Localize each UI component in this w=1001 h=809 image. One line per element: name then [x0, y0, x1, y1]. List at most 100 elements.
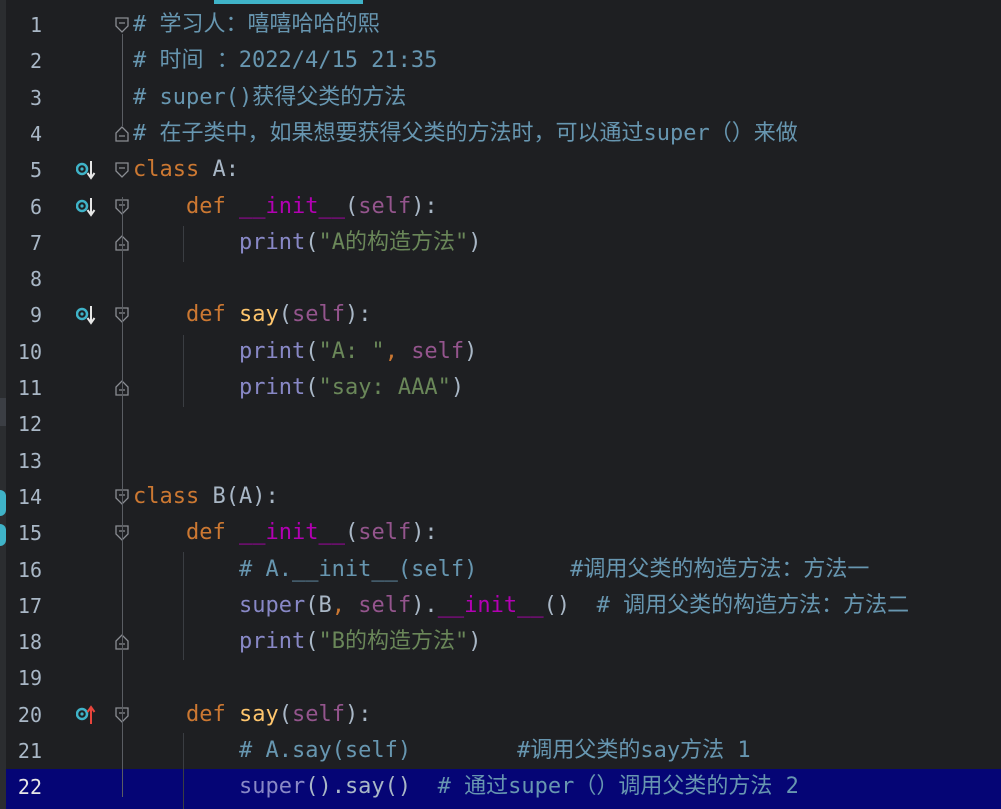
- line-number: 16: [17, 557, 42, 582]
- code-line[interactable]: 5 class A:: [6, 152, 1001, 188]
- code-token: print: [238, 629, 306, 655]
- code-text[interactable]: def say(self):: [133, 697, 371, 733]
- indent-guide: [183, 335, 184, 407]
- code-line[interactable]: 10 print("A: ", self): [6, 334, 1001, 370]
- code-token: ().say(): [305, 774, 438, 800]
- code-token: __init__: [238, 193, 345, 219]
- line-number: 17: [17, 593, 42, 618]
- overridden-down-icon[interactable]: [76, 304, 96, 326]
- code-text[interactable]: super().say() # 通过super（）调用父类的方法 2: [133, 769, 799, 805]
- code-line[interactable]: 13: [6, 443, 1001, 479]
- line-number: 8: [29, 267, 42, 292]
- code-token: ): [468, 629, 482, 655]
- fold-open-icon[interactable]: [114, 161, 130, 179]
- code-token: print: [238, 375, 306, 400]
- code-token: (: [344, 520, 359, 546]
- code-token: ,: [331, 592, 359, 618]
- code-editor[interactable]: 1 # 学习人：嘻嘻哈哈的熙 2 # 时间 ：2022/4/15 21:35 3 # su…: [6, 0, 1001, 809]
- code-token: (: [278, 302, 292, 328]
- code-line[interactable]: 8: [6, 261, 1001, 297]
- code-line[interactable]: 21 # A.say(self) #调用父类的say方法 1: [6, 733, 1001, 769]
- code-token: say: [238, 302, 279, 328]
- indent-guide: [183, 552, 184, 660]
- code-line[interactable]: 15 def __init__(self):: [6, 515, 1001, 551]
- code-line[interactable]: 14 class B(A):: [6, 479, 1001, 515]
- code-token: # 在子类中，如果想要获得父类的方法时，可以通过super（）来做: [133, 120, 798, 146]
- line-number: 11: [17, 376, 42, 400]
- code-token: (: [344, 193, 359, 219]
- code-token: def: [185, 302, 226, 328]
- code-token: # 学习人：嘻嘻哈哈的熙: [133, 12, 380, 37]
- fold-connector: [122, 34, 123, 126]
- code-token: class: [133, 157, 200, 183]
- code-line[interactable]: 2 # 时间 ：2022/4/15 21:35: [6, 43, 1001, 79]
- code-line[interactable]: 9 def say(self):: [6, 297, 1001, 333]
- code-text[interactable]: # 在子类中，如果想要获得父类的方法时，可以通过super（）来做: [133, 116, 798, 152]
- code-token: # 通过super（）调用父类的方法 2: [437, 774, 799, 800]
- code-text[interactable]: print("A: ", self): [133, 334, 477, 370]
- code-text[interactable]: # 学习人：嘻嘻哈哈的熙: [133, 7, 380, 43]
- fold-end-icon[interactable]: [114, 125, 130, 143]
- line-number: 4: [29, 121, 42, 146]
- code-token: say: [238, 701, 279, 727]
- line-number: 10: [17, 339, 42, 364]
- code-text[interactable]: def __init__(self):: [133, 515, 438, 551]
- code-token: self: [291, 302, 345, 328]
- code-line[interactable]: 12: [6, 406, 1001, 442]
- code-text[interactable]: # A.say(self) #调用父类的say方法 1: [133, 733, 751, 769]
- code-text[interactable]: # super()获得父类的方法: [133, 80, 406, 116]
- code-line[interactable]: 4 # 在子类中，如果想要获得父类的方法时，可以通过super（）来做: [6, 116, 1001, 152]
- code-line[interactable]: 17 super(B, self).__init__() # 调用父类的构造方法…: [6, 588, 1001, 624]
- fold-open-icon[interactable]: [114, 16, 130, 34]
- line-number: 18: [17, 630, 42, 655]
- code-line[interactable]: 6 def __init__(self):: [6, 189, 1001, 225]
- code-token: (B: [305, 592, 332, 618]
- code-text[interactable]: class B(A):: [133, 479, 279, 515]
- line-number: 20: [17, 702, 42, 727]
- code-token: self: [358, 193, 412, 219]
- code-token: (: [278, 701, 292, 727]
- code-line[interactable]: 20 def say(self):: [6, 697, 1001, 733]
- overridden-down-icon[interactable]: [76, 196, 96, 218]
- code-text[interactable]: def say(self):: [133, 297, 371, 333]
- code-line[interactable]: 11 print("say: AAA"): [6, 370, 1001, 406]
- code-line[interactable]: 16 # A.__init__(self) #调用父类的构造方法：方法一: [6, 552, 1001, 588]
- code-token: # super()获得父类的方法: [133, 84, 407, 110]
- horizontal-scroll-thumb[interactable]: [214, 0, 363, 4]
- line-number: 22: [17, 775, 42, 800]
- code-token: (): [543, 592, 597, 618]
- code-token: def: [185, 701, 226, 727]
- fold-connector: [122, 197, 123, 797]
- override-up-icon[interactable]: [76, 704, 96, 726]
- code-token: def: [185, 520, 226, 546]
- code-line[interactable]: 22 super().say() # 通过super（）调用父类的方法 2: [6, 769, 1001, 809]
- code-token: __init__: [238, 520, 345, 546]
- line-number: 6: [29, 194, 42, 219]
- code-token: super: [238, 592, 306, 618]
- code-line[interactable]: 1 # 学习人：嘻嘻哈哈的熙: [6, 7, 1001, 43]
- code-text[interactable]: def __init__(self):: [133, 189, 438, 225]
- code-line[interactable]: 18 print("B的构造方法"): [6, 624, 1001, 660]
- code-token: (: [305, 629, 319, 655]
- code-text[interactable]: # A.__init__(self) #调用父类的构造方法：方法一: [133, 552, 869, 588]
- code-text[interactable]: super(B, self).__init__() # 调用父类的构造方法：方法…: [133, 588, 909, 624]
- code-text[interactable]: # 时间 ：2022/4/15 21:35: [133, 43, 437, 79]
- code-text[interactable]: class A:: [133, 152, 239, 188]
- overridden-down-icon[interactable]: [76, 159, 96, 181]
- code-token: # A.say(self) #调用父类的say方法 1: [238, 738, 751, 763]
- code-line[interactable]: 7 print("A的构造方法"): [6, 225, 1001, 261]
- code-line[interactable]: 3 # super()获得父类的方法: [6, 80, 1001, 116]
- line-number: 7: [29, 230, 42, 255]
- code-text[interactable]: print("B的构造方法"): [133, 624, 481, 660]
- code-text[interactable]: print("A的构造方法"): [133, 225, 481, 261]
- code-line[interactable]: 19: [6, 660, 1001, 696]
